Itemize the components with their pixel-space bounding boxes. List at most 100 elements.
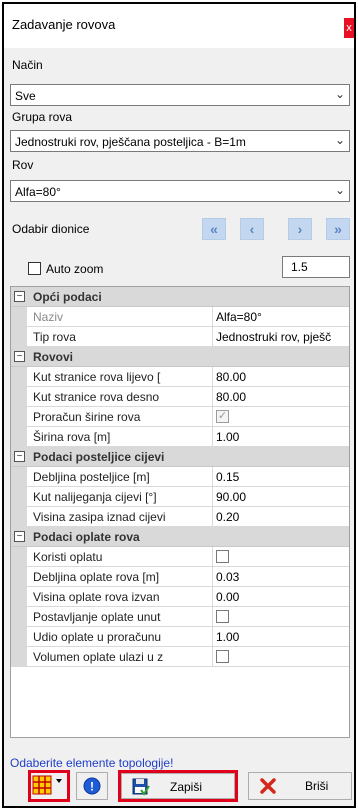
svg-text:!: ! — [90, 780, 94, 794]
column-divider — [212, 587, 213, 607]
column-divider — [212, 627, 213, 647]
property-name: Kut stranice rova lijevo [ — [33, 370, 161, 384]
auto-zoom-checkbox[interactable] — [28, 262, 41, 275]
category-rovovi[interactable]: − Rovovi — [11, 347, 349, 367]
first-section-button[interactable]: « — [202, 218, 226, 240]
property-value[interactable]: 0.03 — [216, 570, 348, 584]
topology-menu-button[interactable] — [31, 773, 67, 799]
category-podaci-oplate[interactable]: − Podaci oplate rova — [11, 527, 349, 547]
property-row[interactable]: Postavljanje oplate unut — [11, 607, 349, 627]
category-opci-podaci[interactable]: − Opći podaci — [11, 287, 349, 307]
category-podaci-posteljice[interactable]: − Podaci posteljice cijevi — [11, 447, 349, 467]
property-value[interactable]: 1.00 — [216, 630, 348, 644]
property-row[interactable]: Kut stranice rova lijevo [ 80.00 — [11, 367, 349, 387]
column-divider — [212, 607, 213, 627]
double-chevron-left-icon: « — [210, 221, 218, 237]
dialog-window: Zadavanje rovova x Način Sve ⌄ Grupa rov… — [2, 2, 356, 808]
unchecked-checkbox[interactable] — [216, 610, 229, 623]
property-name: Naziv — [33, 310, 64, 324]
property-row[interactable]: Kut nalijeganja cijevi [°] 90.00 — [11, 487, 349, 507]
column-divider — [212, 567, 213, 587]
nacin-select[interactable]: Sve ⌄ — [10, 84, 350, 106]
property-name: Širina rova [m] — [33, 430, 111, 444]
property-value[interactable]: 0.20 — [216, 510, 348, 524]
row-gutter — [11, 487, 27, 507]
rov-select[interactable]: Alfa=80° ⌄ — [10, 180, 350, 202]
unchecked-checkbox[interactable] — [216, 650, 229, 663]
category-title: Rovovi — [33, 350, 74, 364]
row-gutter — [11, 387, 27, 407]
property-value[interactable]: Jednostruki rov, pješč — [216, 330, 348, 344]
property-row[interactable]: Širina rova [m] 1.00 — [11, 427, 349, 447]
column-divider — [212, 487, 213, 507]
property-value[interactable]: 1.00 — [216, 430, 348, 444]
rov-value: Alfa=80° — [15, 185, 61, 199]
row-gutter — [11, 607, 27, 627]
category-title: Opći podaci — [33, 290, 102, 304]
collapse-icon[interactable]: − — [14, 451, 25, 462]
checked-checkbox[interactable]: ✓ — [216, 410, 229, 423]
property-row[interactable]: Volumen oplate ulazi u z — [11, 647, 349, 667]
property-name: Volumen oplate ulazi u z — [33, 650, 164, 664]
property-name: Proračun širine rova — [33, 410, 141, 424]
category-title: Podaci oplate rova — [33, 530, 140, 544]
property-value[interactable]: 80.00 — [216, 370, 348, 384]
next-section-button[interactable]: › — [288, 218, 312, 240]
property-grid: − Opći podaci Naziv Alfa=80° Tip rova Je… — [10, 286, 350, 738]
column-divider — [212, 327, 213, 347]
property-row[interactable]: Visina oplate rova izvan 0.00 — [11, 587, 349, 607]
chevron-right-icon: › — [297, 221, 303, 237]
collapse-icon[interactable]: − — [14, 531, 25, 542]
chevron-down-icon: ⌄ — [334, 183, 345, 197]
grupa-rova-select[interactable]: Jednostruki rov, pješčana posteljica - B… — [10, 130, 350, 152]
zoom-factor-input[interactable]: 1.5 — [282, 256, 350, 278]
column-divider — [212, 367, 213, 387]
column-divider — [212, 547, 213, 567]
column-divider — [212, 507, 213, 527]
row-gutter — [11, 627, 27, 647]
last-section-button[interactable]: » — [326, 218, 350, 240]
chevron-down-icon: ⌄ — [334, 133, 345, 147]
save-button[interactable]: Zapiši — [121, 773, 235, 799]
property-row[interactable]: Tip rova Jednostruki rov, pješč — [11, 327, 349, 347]
property-name: Visina oplate rova izvan — [33, 590, 160, 604]
double-chevron-right-icon: » — [334, 221, 342, 237]
property-name: Postavljanje oplate unut — [33, 610, 161, 624]
property-row[interactable]: Debljina posteljice [m] 0.15 — [11, 467, 349, 487]
property-value[interactable]: Alfa=80° — [216, 310, 348, 324]
property-name: Visina zasipa iznad cijevi — [33, 510, 166, 524]
row-gutter — [11, 587, 27, 607]
column-divider — [212, 427, 213, 447]
property-name: Kut stranice rova desno — [33, 390, 160, 404]
grupa-rova-value: Jednostruki rov, pješčana posteljica - B… — [15, 135, 246, 149]
property-row[interactable]: Proračun širine rova ✓ — [11, 407, 349, 427]
delete-button[interactable]: Briši — [248, 772, 352, 800]
property-row[interactable]: Udio oplate u proračunu 1.00 — [11, 627, 349, 647]
property-row[interactable]: Koristi oplatu — [11, 547, 349, 567]
property-row[interactable]: Visina zasipa iznad cijevi 0.20 — [11, 507, 349, 527]
close-button[interactable]: x — [344, 18, 354, 38]
previous-section-button[interactable]: ‹ — [240, 218, 264, 240]
collapse-icon[interactable]: − — [14, 291, 25, 302]
delete-button-label: Briši — [305, 779, 329, 793]
info-button[interactable]: ! — [76, 772, 108, 800]
property-value[interactable]: 80.00 — [216, 390, 348, 404]
property-value[interactable]: 90.00 — [216, 490, 348, 504]
chevron-left-icon: ‹ — [249, 221, 255, 237]
rov-label: Rov — [12, 158, 34, 172]
row-gutter — [11, 547, 27, 567]
chevron-down-icon: ⌄ — [334, 87, 345, 101]
property-value[interactable]: 0.00 — [216, 590, 348, 604]
property-row[interactable]: Naziv Alfa=80° — [11, 307, 349, 327]
column-divider — [212, 467, 213, 487]
property-value[interactable]: 0.15 — [216, 470, 348, 484]
save-button-label: Zapiši — [170, 780, 203, 794]
status-message[interactable]: Odaberite elemente topologije! — [10, 756, 173, 770]
row-gutter — [11, 327, 27, 347]
property-name: Debljina oplate rova [m] — [33, 570, 160, 584]
property-row[interactable]: Debljina oplate rova [m] 0.03 — [11, 567, 349, 587]
collapse-icon[interactable]: − — [14, 351, 25, 362]
row-gutter — [11, 567, 27, 587]
property-row[interactable]: Kut stranice rova desno 80.00 — [11, 387, 349, 407]
unchecked-checkbox[interactable] — [216, 550, 229, 563]
